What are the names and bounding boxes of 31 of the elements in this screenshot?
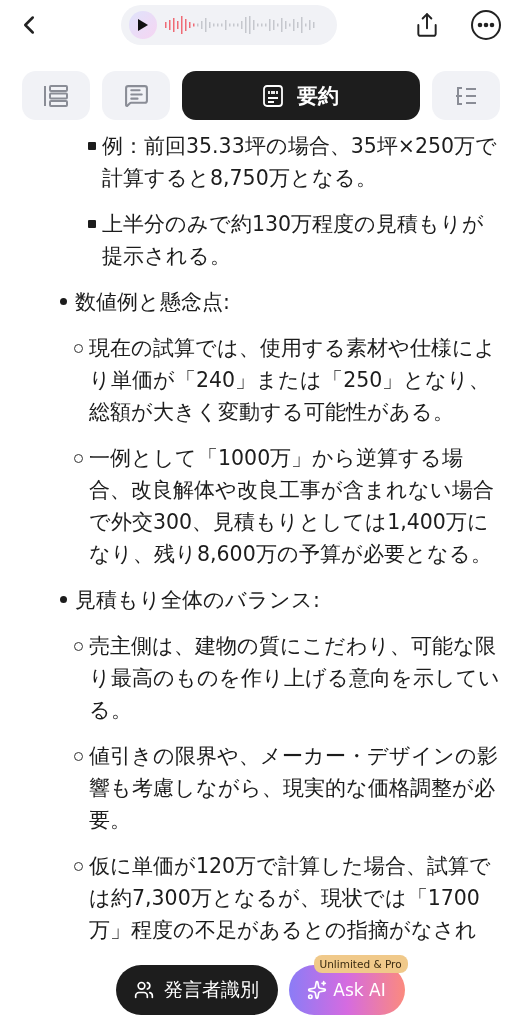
summary-text: 例：前回35.33坪の場合、35坪×250万で計算すると8,750万となる。 [102,133,499,192]
message-icon [123,83,149,108]
share-icon [414,12,440,38]
tab[interactable]: 要約 [182,71,420,120]
tab[interactable] [22,71,90,120]
quote-icon [263,84,283,107]
tab[interactable] [102,71,170,120]
bullet-icon [60,596,67,603]
more-button[interactable] [470,9,502,41]
summary-text: 上半分のみで約130万程度の見積もりが提示される。 [102,211,486,270]
tab[interactable] [432,71,500,120]
summary-text: 値引きの限界や、メーカー・デザインの影響も考慮しながら、現実的な価格調整が必要。 [89,743,499,834]
sparkle-icon [307,980,328,1000]
play-button[interactable] [129,11,157,39]
speaker-id-button[interactable]: 発言者識別 [115,965,278,1015]
indent-list-icon [454,85,478,106]
list-icon [43,84,69,107]
people-icon [134,980,154,1000]
bullet-icon [60,298,67,305]
summary-text: 仮に単価が120万で計算した場合、試算では約7,300万となるが、現状では「1700万」程度の不足があるとの指摘がなされ [89,853,493,944]
plan-badge: Unlimited & Pro [313,955,408,973]
square-bullet-icon [88,220,96,228]
square-bullet-icon [88,142,96,150]
summary-text: 現在の試算では、使用する素材や仕様により単価が「240」または「250」となり、総額が大きく変動する可能性がある。 [89,335,497,426]
play-icon [138,19,148,31]
more-icon [470,9,502,41]
section-heading: 見積もり全体のバランス: [75,587,321,614]
summary-text: 一例として「1000万」から逆算する場合、改良解体や改良工事が含まれない場合で外交300、見積もりとしては1,400万になり、残り8,600万の予算が必要となる。 [89,445,495,568]
summary-text: 売主側は、建物の質にこだわり、可能な限り最高のものを作り上げる意向を示している。 [89,633,501,724]
section-heading: 数値例と懸念点: [75,289,231,316]
share-button[interactable] [414,12,440,38]
